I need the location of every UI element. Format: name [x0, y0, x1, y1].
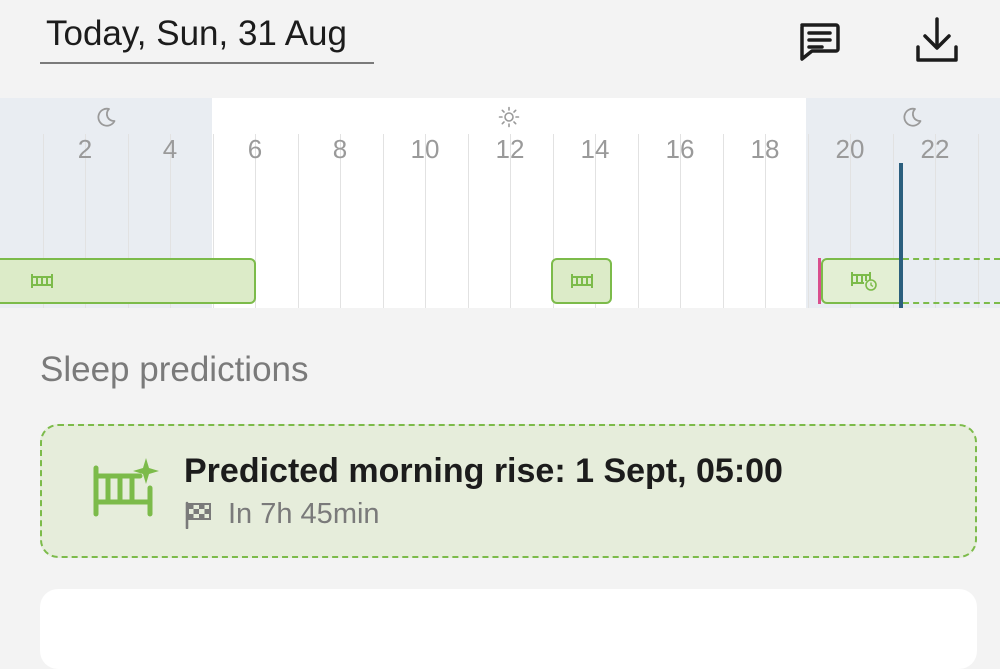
sun-icon — [498, 106, 520, 128]
current-time-line — [899, 163, 903, 308]
checkered-flag-icon — [185, 501, 211, 529]
crib-icon — [31, 274, 53, 288]
predicted-sleep-span — [903, 258, 1000, 304]
crib-icon — [570, 274, 593, 288]
download-icon[interactable] — [912, 12, 962, 68]
hour-label: 4 — [162, 134, 178, 164]
hour-label: 8 — [332, 134, 348, 164]
next-card[interactable] — [40, 589, 977, 669]
hour-gridline — [808, 134, 809, 308]
hour-label: 2 — [77, 134, 93, 164]
hour-gridline — [383, 134, 384, 308]
hour-gridline — [638, 134, 639, 308]
sleep-block-night[interactable] — [0, 258, 256, 304]
hour-label: 10 — [410, 134, 440, 164]
prediction-title: Predicted morning rise: 1 Sept, 05:00 — [184, 452, 783, 490]
sleep-block-ongoing[interactable] — [821, 258, 903, 304]
prediction-countdown: In 7h 45min — [228, 498, 380, 530]
hour-label: 18 — [750, 134, 780, 164]
hour-label: 22 — [920, 134, 950, 164]
prediction-card-morning-rise[interactable]: Predicted morning rise: 1 Sept, 05:00 In… — [40, 424, 977, 558]
hour-label: 20 — [835, 134, 865, 164]
hour-label: 14 — [580, 134, 610, 164]
hour-label: 12 — [495, 134, 525, 164]
day-timeline[interactable]: 2 4 6 8 10 12 14 16 18 20 22 — [0, 98, 1000, 308]
crib-sparkle-icon — [93, 458, 159, 517]
hour-label: 16 — [665, 134, 695, 164]
crib-clock-icon — [851, 272, 877, 291]
hour-label: 6 — [247, 134, 263, 164]
date-selector[interactable]: Today, Sun, 31 Aug — [40, 12, 374, 64]
hour-gridline — [468, 134, 469, 308]
section-title-sleep-predictions: Sleep predictions — [40, 350, 309, 389]
moon-icon — [901, 106, 923, 128]
hour-gridline — [298, 134, 299, 308]
prediction-subtitle: In 7h 45min — [184, 498, 380, 531]
hour-gridline — [723, 134, 724, 308]
notes-icon[interactable] — [794, 12, 844, 68]
header: Today, Sun, 31 Aug — [0, 0, 1000, 98]
sleep-block-nap[interactable] — [551, 258, 612, 304]
moon-icon — [95, 106, 117, 128]
